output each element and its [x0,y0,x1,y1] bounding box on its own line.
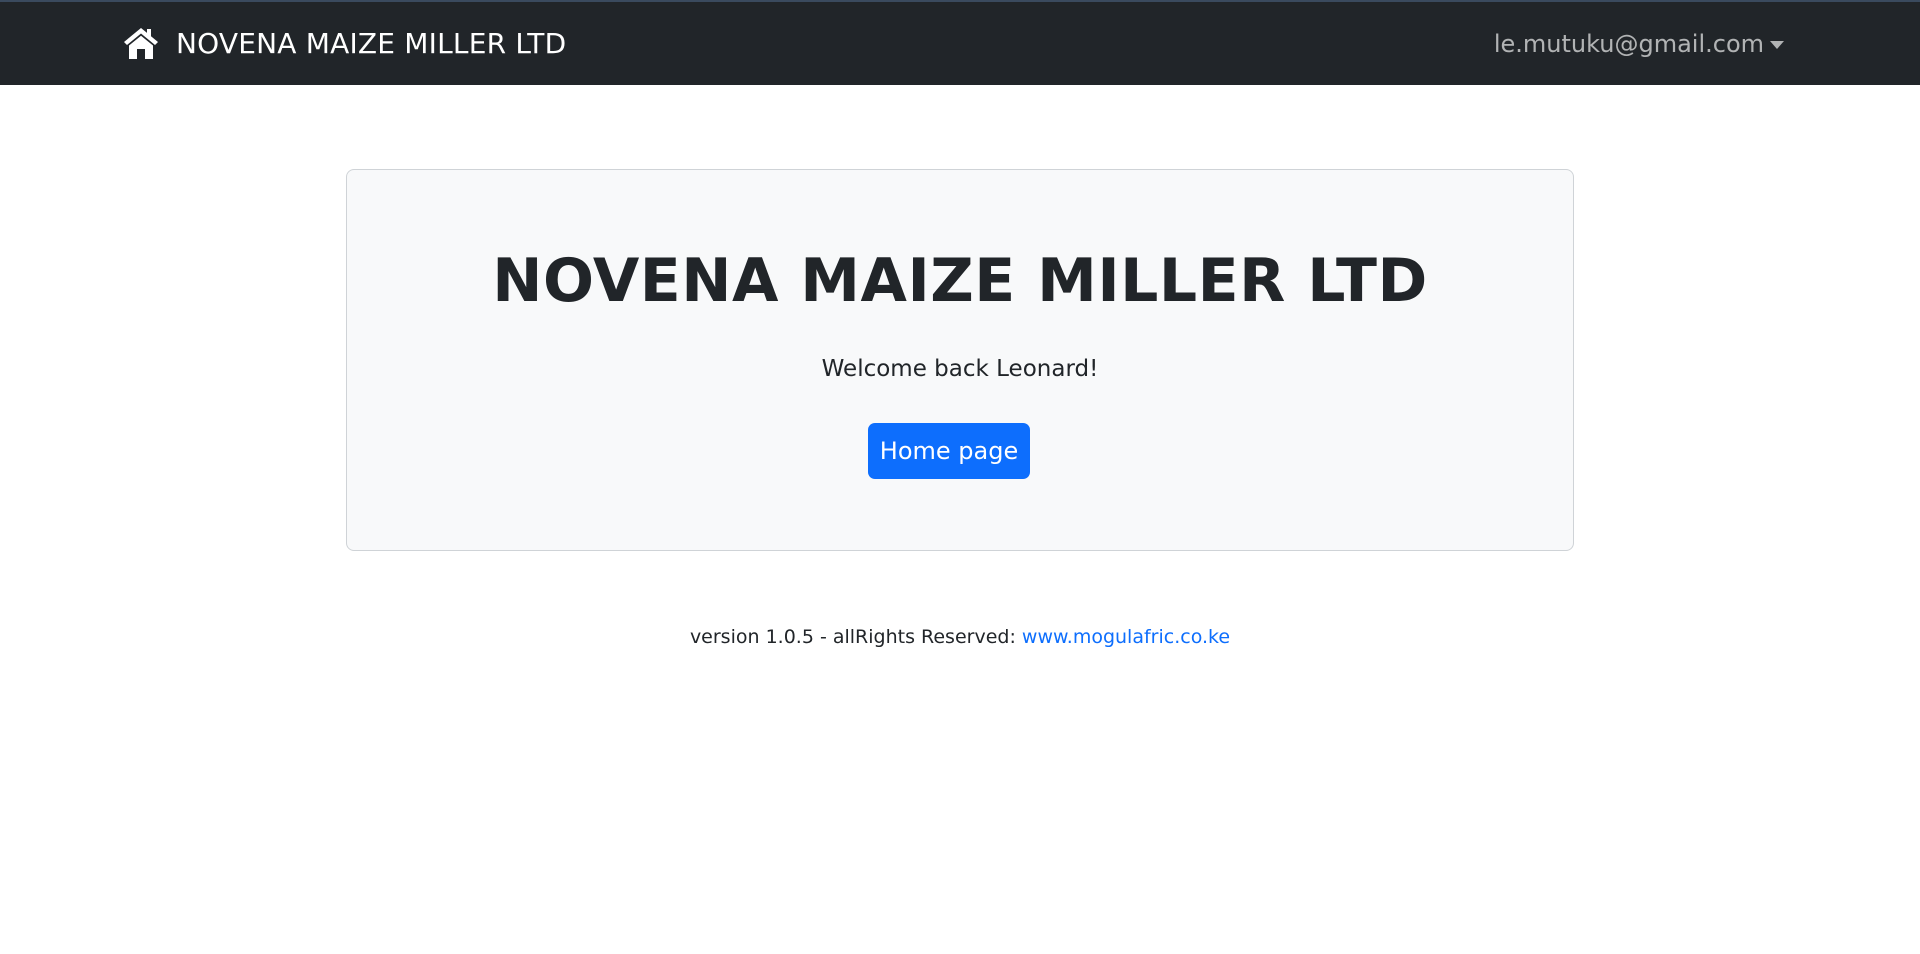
welcome-message: Welcome back Leonard! [821,356,1099,382]
user-email: le.mutuku@gmail.com [1493,30,1764,58]
page-footer: version 1.0.5 - allRights Reserved: www.… [0,626,1920,648]
top-navbar: NOVENA MAIZE MILLER LTD le.mutuku@gmail.… [0,0,1920,85]
welcome-panel: NOVENA MAIZE MILLER LTD Welcome back Leo… [346,169,1574,551]
brand-title: NOVENA MAIZE MILLER LTD [176,26,567,60]
footer-version-text: version 1.0.5 - allRights Reserved: [689,626,1016,648]
caret-down-icon [1770,41,1784,49]
page-title: NOVENA MAIZE MILLER LTD [492,246,1428,316]
footer-website-link[interactable]: www.mogulafric.co.ke [1022,626,1230,648]
home-page-button[interactable]: Home page [868,423,1030,479]
user-account-dropdown[interactable]: le.mutuku@gmail.com [1494,30,1784,58]
brand-link[interactable]: NOVENA MAIZE MILLER LTD [122,26,566,60]
home-icon [122,26,160,60]
